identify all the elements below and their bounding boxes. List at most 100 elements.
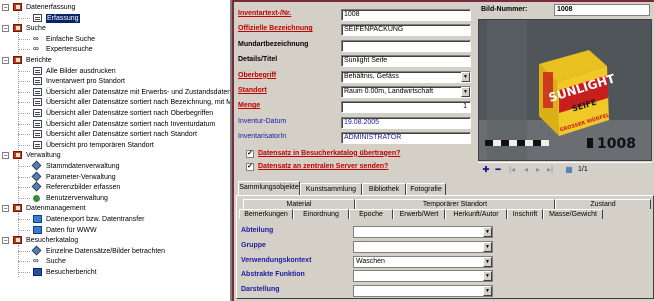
tree-item-9[interactable]: Übersicht aller Datensätze sortiert nach… bbox=[0, 98, 230, 107]
tree-label: Stammdatenverwaltung bbox=[46, 163, 120, 170]
tree-item-1[interactable]: Erfassung bbox=[0, 12, 230, 24]
next-image-icon[interactable]: ▸ bbox=[534, 165, 542, 175]
tree-item-3[interactable]: ∞ Einfache Suche bbox=[0, 34, 230, 44]
classification-label: Gruppe bbox=[241, 241, 266, 249]
field-label: InventarisatorIn bbox=[238, 133, 287, 141]
tree-item-6[interactable]: Alle Bilder ausdrucken bbox=[0, 66, 230, 76]
field-input[interactable]: SEIFENPACKUNG bbox=[341, 24, 471, 37]
tab-sammlungsobjekte[interactable]: Sammlungsobjekte bbox=[238, 181, 300, 195]
folder-icon bbox=[13, 56, 22, 64]
tree-item-20[interactable]: Datenexport bzw. Datentransfer bbox=[0, 215, 230, 224]
tree-group-19[interactable]: − Datenmanagement bbox=[0, 204, 230, 213]
tree-item-7[interactable]: Inventarwert pro Standort bbox=[0, 77, 230, 86]
tree-item-23[interactable]: Einzelne Datensätze/Bilder betrachten bbox=[0, 245, 230, 256]
tree-branch-line bbox=[18, 33, 19, 55]
subtab-einordnung[interactable]: Einordnung bbox=[293, 209, 349, 219]
tree-group-0[interactable]: − Datenerfassung bbox=[0, 3, 230, 12]
dropdown-arrow-icon[interactable]: ▼ bbox=[461, 71, 470, 82]
subtab-0[interactable]: Material bbox=[243, 199, 355, 209]
field-input[interactable] bbox=[341, 39, 471, 52]
subtab-masse-gewicht[interactable]: Masse/Gewicht bbox=[543, 209, 603, 219]
form-row: Mundartbezeichnung bbox=[234, 39, 478, 53]
tree-item-21[interactable]: Daten für WWW bbox=[0, 225, 230, 235]
tree-group-14[interactable]: − Verwaltung bbox=[0, 151, 230, 160]
tree-item-16[interactable]: Parameter-Verwaltung bbox=[0, 171, 230, 182]
folder-icon bbox=[13, 236, 22, 245]
last-image-icon[interactable]: ▸| bbox=[546, 165, 554, 175]
tree-item-15[interactable]: Stammdatenverwaltung bbox=[0, 160, 230, 171]
tree-branch-line bbox=[18, 213, 19, 235]
checkbox[interactable]: ✓ bbox=[246, 149, 254, 158]
collapse-toggle-icon[interactable]: − bbox=[2, 205, 9, 213]
field-input[interactable]: ADMINISTRATOR bbox=[341, 132, 471, 145]
field-input[interactable]: Sunlight Seife bbox=[341, 55, 471, 68]
field-input[interactable]: Raum 0.00m, Landwirtschaft ▼ bbox=[341, 86, 471, 98]
soap-box-photo: SUNLIGHT SEIFE GROSSER WÜRFEL 1008 bbox=[479, 20, 651, 160]
tree-label: Suche bbox=[46, 258, 66, 266]
tree-connector bbox=[18, 176, 30, 178]
tree-item-24[interactable]: ∞ Suche bbox=[0, 257, 230, 266]
dropdown-arrow-icon[interactable]: ▼ bbox=[483, 256, 492, 267]
tree-group-2[interactable]: − Suche bbox=[0, 24, 230, 33]
form-row: Details/Titel Sunlight Seife bbox=[234, 54, 478, 68]
tree-group-22[interactable]: − Besucherkatalog bbox=[0, 236, 230, 245]
tree-item-17[interactable]: Referenzbilder erfassen bbox=[0, 181, 230, 192]
prev-image-icon[interactable]: ◂ bbox=[522, 165, 530, 175]
dropdown-arrow-icon[interactable]: ▼ bbox=[461, 87, 470, 97]
collapse-toggle-icon[interactable]: − bbox=[2, 237, 9, 245]
subtab-herkunft-autor[interactable]: Herkunft/Autor bbox=[445, 209, 507, 219]
remove-image-icon[interactable]: ━ bbox=[494, 165, 502, 175]
navigation-tree[interactable]: − Datenerfassung Erfassung − Suche ∞ Einfache … bbox=[0, 0, 232, 301]
tab-panel: Material Temporärer Standort Zustand Bemerk… bbox=[236, 195, 654, 299]
first-image-icon[interactable]: |◂ bbox=[508, 165, 516, 175]
collapse-toggle-icon[interactable]: − bbox=[2, 152, 9, 160]
dropdown-arrow-icon[interactable]: ▼ bbox=[483, 271, 492, 282]
subtab-bemerkungen[interactable]: Bemerkungen bbox=[239, 209, 293, 219]
tab-kunstsammlung[interactable]: Kunstsammlung bbox=[300, 183, 362, 195]
tree-connector bbox=[18, 38, 30, 40]
tree-item-10[interactable]: Übersicht aller Datensätze sortiert nach… bbox=[0, 109, 230, 118]
collapse-toggle-icon[interactable]: − bbox=[2, 25, 9, 33]
tree-label: Suche bbox=[26, 25, 46, 33]
image-number-field[interactable]: 1008 bbox=[554, 4, 650, 16]
tree-label: Übersicht aller Datensätze sortiert nach… bbox=[46, 110, 214, 117]
classification-select[interactable]: ▼ bbox=[353, 240, 493, 253]
subtab-erwerb-wert[interactable]: Erwerb/Wert bbox=[393, 209, 445, 219]
tree-item-11[interactable]: Übersicht aller Datensätze sortiert nach… bbox=[0, 119, 230, 129]
classification-select[interactable]: ▼ bbox=[353, 270, 493, 283]
subtab-epoche[interactable]: Epoche bbox=[349, 209, 393, 219]
add-image-icon[interactable]: ✚ bbox=[482, 165, 490, 175]
subtab-inschrift[interactable]: Inschrift bbox=[507, 209, 543, 219]
field-input[interactable]: 1 bbox=[341, 101, 471, 114]
subtab-2[interactable]: Zustand bbox=[555, 199, 651, 209]
field-input[interactable]: 19.08.2005 bbox=[341, 116, 471, 129]
tree-group-5[interactable]: − Berichte bbox=[0, 56, 230, 65]
tree-item-8[interactable]: Übersicht aller Datensätze mit Erwerbs- … bbox=[0, 87, 230, 97]
checkbox[interactable]: ✓ bbox=[246, 162, 254, 171]
tree-item-18[interactable]: Benutzerverwaltung bbox=[0, 194, 230, 203]
folder-icon bbox=[13, 151, 22, 160]
field-input[interactable]: Behältnis, Gefäss ▼ bbox=[341, 70, 471, 83]
dropdown-arrow-icon[interactable]: ▼ bbox=[483, 241, 492, 252]
tree-item-13[interactable]: Übersicht pro temporären Standort bbox=[0, 140, 230, 150]
subtab-1[interactable]: Temporärer Standort bbox=[355, 199, 555, 209]
classification-select[interactable]: ▼ bbox=[353, 285, 493, 298]
classification-select[interactable]: ▼ bbox=[353, 226, 493, 238]
tree-connector bbox=[18, 187, 30, 189]
dropdown-arrow-icon[interactable]: ▼ bbox=[483, 227, 492, 237]
tree-item-4[interactable]: ∞ Expertensuche bbox=[0, 45, 230, 54]
field-input[interactable]: 1008 bbox=[341, 9, 471, 21]
classification-select[interactable]: Waschen ▼ bbox=[353, 255, 493, 268]
classification-label: Verwendungskontext bbox=[241, 256, 312, 264]
dropdown-arrow-icon[interactable]: ▼ bbox=[483, 286, 492, 297]
collapse-toggle-icon[interactable]: − bbox=[2, 4, 9, 11]
classification-row: Verwendungskontext Waschen ▼ bbox=[241, 255, 651, 269]
tab-bibliothek[interactable]: Bibliothek bbox=[362, 183, 406, 195]
collapse-toggle-icon[interactable]: − bbox=[2, 57, 9, 64]
gallery-icon[interactable]: ▦ bbox=[564, 165, 574, 175]
tree-item-12[interactable]: Übersicht aller Datensätze sortiert nach… bbox=[0, 130, 230, 139]
tree-item-25[interactable]: Besucherbericht bbox=[0, 268, 230, 277]
tab-fotografie[interactable]: Fotografie bbox=[406, 183, 446, 195]
tree-label: Übersicht pro temporären Standort bbox=[46, 141, 154, 149]
tree-label: Daten für WWW bbox=[46, 226, 97, 234]
